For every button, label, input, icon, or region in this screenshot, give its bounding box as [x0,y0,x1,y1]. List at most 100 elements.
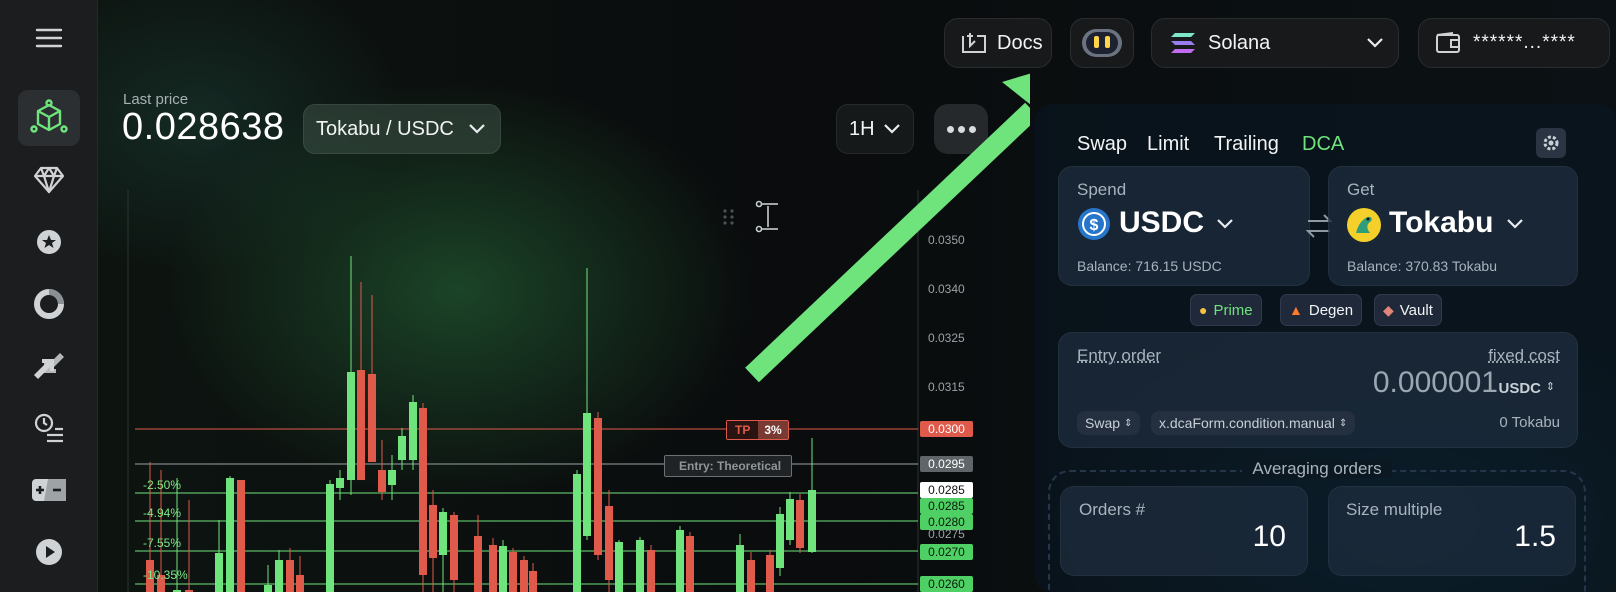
candle-body [509,552,517,592]
spend-balance: Balance: 716.15 USDC [1077,258,1222,274]
candle-body [237,480,245,592]
candle-body [429,505,437,558]
candle-body [275,560,283,592]
robot-icon [1082,29,1122,57]
level-pct: -4.94% [143,506,182,520]
chevron-down-icon[interactable] [1506,218,1524,230]
network-selector[interactable]: Solana [1151,18,1399,68]
assistant-button[interactable] [1070,18,1134,68]
svg-text:$: $ [1090,217,1099,234]
level-pct: -2.50% [143,478,182,492]
orders-count-input[interactable]: 10 [1253,520,1286,554]
size-multiple-input[interactable]: 1.5 [1514,520,1556,554]
candle-body [808,490,816,552]
tokabu-icon [1347,208,1381,242]
spend-token[interactable]: USDC [1119,206,1204,240]
axis-tick: 0.0340 [928,282,965,296]
candle-body [336,478,344,488]
candle-body [736,545,744,592]
tab-swap[interactable]: Swap [1077,133,1127,156]
candle-body [647,550,655,592]
get-label: Get [1347,180,1375,199]
candle-body [347,372,355,480]
wallet-icon [1436,32,1460,53]
candle-body [264,585,272,592]
wallet-button[interactable]: ******...**** [1418,18,1610,68]
candle-body [419,408,427,575]
settings-button[interactable] [1536,128,1566,158]
order-type-select[interactable]: Swap ⇕ [1077,411,1141,435]
mode-prime-label: Prime [1213,301,1253,319]
candle-body [368,374,376,462]
mode-prime-chip[interactable]: ● Prime [1190,294,1262,326]
price-tag-level: 0.0285 [920,498,973,514]
orders-count-label: Orders # [1079,500,1146,519]
price-chart[interactable] [0,0,1030,592]
candle-body [615,542,623,592]
order-type-value: Swap [1085,415,1121,431]
tp-pct: 3% [758,421,788,439]
mode-degen-chip[interactable]: ▲ Degen [1280,294,1363,326]
averaging-title: Averaging orders [1048,459,1586,479]
candle-body [474,536,482,592]
condition-select[interactable]: x.dcaForm.condition.manual ⇕ [1151,411,1356,435]
app-root: Docs Solana ******...**** Last price 0.0… [0,0,1616,592]
candle-body [388,470,396,485]
candle-body [786,499,794,540]
entry-order-amount: 0 Tokabu [1499,414,1560,431]
level-pct: -10.35% [143,568,188,582]
network-label: Solana [1208,31,1271,54]
entry-marker[interactable]: Entry: Theoretical [664,455,793,477]
entry-order-input[interactable]: 0.000001 [1373,366,1498,400]
tab-trailing[interactable]: Trailing [1214,133,1279,156]
entry-order-label: Entry order [1077,346,1162,365]
condition-value: x.dcaForm.condition.manual [1159,415,1335,431]
averaging-title-text: Averaging orders [1242,459,1392,478]
usdc-icon: $ [1078,208,1110,240]
candle-body [226,478,234,592]
tp-marker[interactable]: TP 3% [726,420,789,440]
candle-body [636,540,644,592]
candle-body [747,560,755,592]
drag-handle-icon[interactable] [723,209,734,225]
size-multiple-label: Size multiple [1346,500,1443,519]
spend-label: Spend [1077,180,1127,199]
wallet-address: ******...**** [1473,32,1576,53]
candle-body [357,370,365,480]
candle-body [296,575,304,592]
candle-body [686,536,694,592]
candle-body [766,555,774,592]
axis-tick: 0.0350 [928,233,965,247]
candle-body [286,560,294,592]
entry-order-unit[interactable]: USDC [1498,380,1541,397]
candle-body [398,436,406,460]
shield-icon: ◆ [1383,301,1394,318]
sort-arrows-icon: ⇕ [1124,417,1133,429]
candle-body [439,512,447,555]
sort-arrows-icon[interactable]: ⇕ [1546,380,1555,393]
chevron-down-icon[interactable] [1216,218,1234,230]
get-token[interactable]: Tokabu [1389,206,1493,240]
tab-dca[interactable]: DCA [1302,133,1344,156]
axis-tick: 0.0315 [928,380,965,394]
candle-body [450,515,458,580]
price-tag-level: 0.0270 [920,544,973,560]
axis-tick: 0.0325 [928,331,965,345]
tab-limit[interactable]: Limit [1147,133,1189,156]
mode-vault-label: Vault [1399,301,1433,319]
fixed-cost-label[interactable]: fixed cost [1488,346,1560,366]
candle-body [378,470,386,492]
candle-body [489,545,497,592]
price-tag-current: 0.0285 [920,482,973,498]
solana-icon [1171,33,1195,53]
price-tag-entry: 0.0295 [920,456,973,472]
medal-icon: ● [1199,302,1208,318]
mode-vault-chip[interactable]: ◆ Vault [1374,294,1442,326]
price-tag-axis: 0.0275 [928,527,965,541]
measure-tool-icon[interactable] [755,200,779,233]
candle-body [573,474,581,592]
fire-icon: ▲ [1289,302,1303,318]
level-pct: -7.55% [143,536,182,550]
chevron-down-icon [1367,38,1383,48]
candle-body [583,413,591,536]
